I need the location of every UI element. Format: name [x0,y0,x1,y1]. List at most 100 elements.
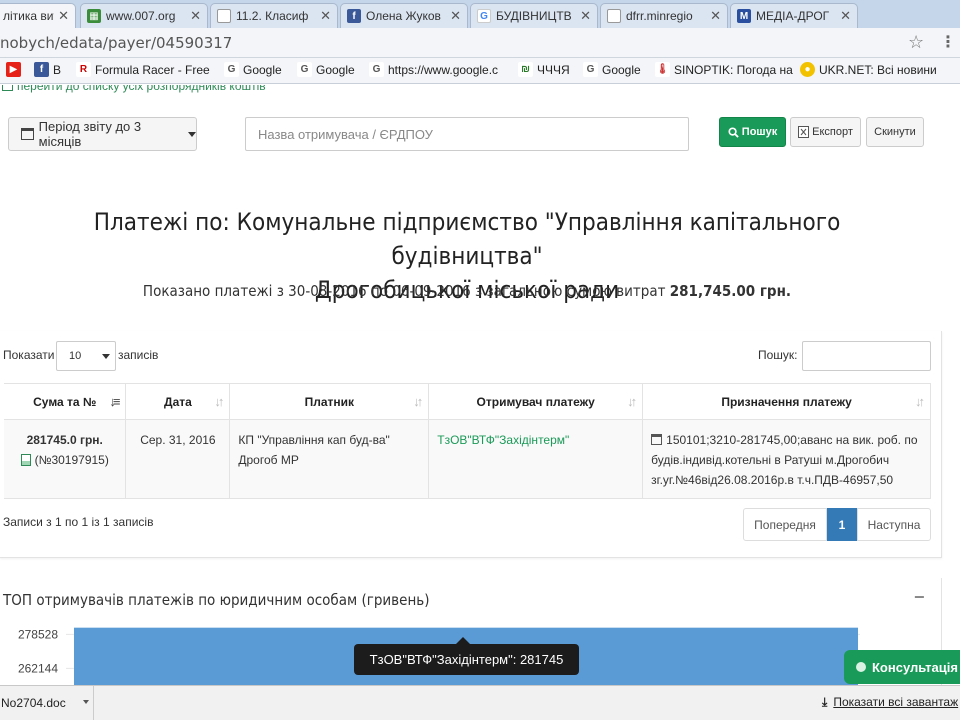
browser-tab-bar: літика вит ✕ ▦ www.007.org ✕ 11.2. Класи… [0,0,960,28]
collapse-icon[interactable]: − [914,587,925,608]
purpose-line: зг.уг.№46від26.08.2016р.в т.ч.ПДВ-46957,… [651,473,894,487]
browser-tab[interactable]: dfrr.minregio ✕ [600,3,728,28]
reset-button[interactable]: Скинути [866,117,924,147]
period-dropdown-button[interactable]: Період звіту до 3 місяців [8,117,197,151]
chevron-down-icon[interactable] [83,700,89,704]
sort-icon: ↓↑ [413,394,423,409]
table-row: 281745.0 грн. (№30197915) Сер. 31, 2016 … [4,419,931,499]
sort-icon: ↓↑ [627,394,637,409]
column-header-amount[interactable]: Сума та № ↓≡ [4,383,127,420]
export-button-label: Експорт [812,126,853,138]
export-button[interactable]: Експорт [790,117,861,147]
pagination-next-button[interactable]: Наступна [857,508,931,541]
export-icon [798,126,810,138]
bookmark-label: SINOPTIK: Погода на [674,62,793,77]
sort-desc-icon: ↓≡ [109,394,120,409]
close-icon[interactable]: ✕ [58,8,69,24]
tab-label: 11.2. Класиф [236,9,309,23]
cell-purpose: 150101;3210-281745,00;аванс на вик. роб.… [642,419,931,499]
close-icon[interactable]: ✕ [190,8,201,24]
browser-tab[interactable]: f Олена Жуков ✕ [340,3,468,28]
bookmark-star-icon[interactable]: ☆ [908,32,924,53]
bookmark-item[interactable]: ₪ ЧЧЧЯ [518,62,570,77]
column-header-recipient[interactable]: Отримувач платежу ↓↑ [428,383,644,420]
search-button[interactable]: Пошук [719,117,786,147]
records-label: записів [118,348,159,362]
bookmark-item[interactable]: R Formula Racer - Free [76,62,210,77]
tab-label: МЕДІА-ДРОГ [756,9,830,23]
recipient-link[interactable]: ТзОВ"ВТФ"Західінтерм" [437,433,569,447]
close-icon[interactable]: ✕ [320,8,331,24]
browser-tab[interactable]: G БУДІВНИЦТВ ✕ [470,3,598,28]
bookmark-item[interactable]: 🌡 SINOPTIK: Погода на [655,62,793,77]
pagination-page-button[interactable]: 1 [827,508,857,541]
table-filter-input[interactable] [802,341,931,371]
calendar-icon [651,434,663,445]
browser-tab[interactable]: М МЕДІА-ДРОГ ✕ [730,3,858,28]
chart-tooltip: ТзОВ"ВТФ"Західінтерм": 281745 [354,637,579,675]
browser-tab[interactable]: літика вит ✕ [0,3,76,28]
browser-tab[interactable]: ▦ www.007.org ✕ [80,3,208,28]
bookmark-label: В [53,62,62,77]
bookmark-label: Formula Racer - Free [95,62,210,77]
show-all-label: Показати всі завантаж [833,695,959,709]
download-arrow-icon: ⤓ [822,695,828,709]
bookmark-item[interactable]: G https://www.google.c [369,62,498,77]
bookmark-item[interactable]: G Google [583,62,641,77]
facebook-icon: f [34,62,49,77]
close-icon[interactable]: ✕ [580,8,591,24]
table-info: Записи з 1 по 1 із 1 записів [3,515,154,529]
cell-date: Сер. 31, 2016 [125,419,231,499]
payer-name-line: Дрогоб МР [238,453,299,467]
pagination: Попередня 1 Наступна [743,508,931,541]
tab-label: www.007.org [106,9,176,23]
summary-text: Показано платежі з 30-08-2016 по 06-09-2… [142,282,666,300]
bookmark-label: ЧЧЧЯ [537,62,570,77]
bookmark-item[interactable]: G Google [297,62,355,77]
bookmark-label: Google [602,62,641,77]
column-header-purpose[interactable]: Призначення платежу ↓↑ [642,383,931,420]
browser-tab[interactable]: 11.2. Класиф ✕ [210,3,338,28]
recipient-search-input[interactable] [245,117,689,151]
media-icon: М [737,9,751,23]
tab-label: літика вит [3,9,55,23]
document-icon[interactable] [20,454,31,466]
tab-label: БУДІВНИЦТВ [496,9,572,23]
page-icon [607,9,621,23]
back-to-list-link[interactable]: перейти до списку усіх розпорядників кош… [2,85,266,93]
chart-title: ТОП отримувачів платежів по юридичним ос… [3,591,430,609]
address-bar[interactable]: nobych/edata/payer/04590317 ☆ ⋮ [0,28,960,58]
column-header-label: Сума та № [33,394,97,409]
download-item[interactable]: No2704.doc [0,686,94,720]
url-text[interactable]: nobych/edata/payer/04590317 [0,34,232,52]
reset-button-label: Скинути [874,126,916,138]
chchchya-icon: ₪ [518,62,533,77]
bookmark-item[interactable]: ● UKR.NET: Всі новини [800,62,937,77]
tab-label: dfrr.minregio [626,9,693,23]
consultation-button[interactable]: Консультація [844,650,960,684]
pagination-prev-button[interactable]: Попередня [743,508,827,541]
summary-total: 281,745.00 грн. [669,282,792,300]
column-header-label: Отримувач платежу [476,394,595,409]
close-icon[interactable]: ✕ [450,8,461,24]
table-filter-label: Пошук: [758,348,798,362]
ukrnet-icon: ● [800,62,815,77]
payer-name-line: КП "Управління кап буд-ва" [238,433,390,447]
bookmark-label: UKR.NET: Всі новини [819,62,937,77]
show-all-downloads-link[interactable]: ⤓ Показати всі завантаж [822,695,958,710]
close-icon[interactable]: ✕ [710,8,721,24]
y-tick-label: 278528 [18,627,58,641]
status-dot-icon [856,662,866,672]
close-icon[interactable]: ✕ [840,8,851,24]
column-header-date[interactable]: Дата ↓↑ [125,383,231,420]
bookmark-label: Google [243,62,282,77]
bookmark-youtube[interactable]: ▶ [6,62,25,77]
payments-table: Сума та № ↓≡ Дата ↓↑ Платник ↓↑ Отримувач п… [4,383,931,499]
browser-menu-icon[interactable]: ⋮ [940,32,956,52]
y-tick-label: 262144 [18,661,58,675]
bookmark-item[interactable]: f В [34,62,61,77]
column-header-payer[interactable]: Платник ↓↑ [229,383,430,420]
site-icon: ▦ [87,9,101,23]
bookmark-item[interactable]: G Google [224,62,282,77]
page-size-select[interactable]: 10 [56,341,116,371]
